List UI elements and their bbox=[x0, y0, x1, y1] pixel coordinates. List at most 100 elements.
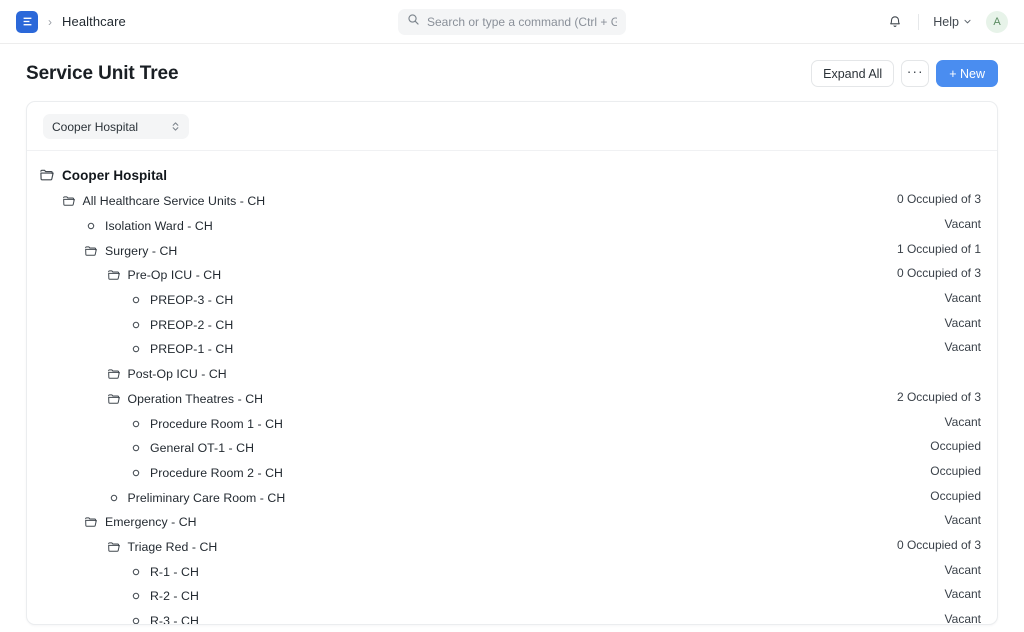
tree-node[interactable]: Pre-Op ICU - CH bbox=[39, 268, 221, 282]
circle-icon bbox=[107, 491, 121, 505]
bell-icon[interactable] bbox=[882, 9, 908, 35]
help-menu[interactable]: Help bbox=[929, 12, 976, 32]
expand-all-button[interactable]: Expand All bbox=[811, 60, 895, 87]
tree-node[interactable]: PREOP-3 - CH bbox=[39, 293, 233, 307]
app-logo-icon[interactable] bbox=[16, 10, 38, 33]
tree-node-label: All Healthcare Service Units - CH bbox=[82, 194, 266, 209]
circle-icon bbox=[129, 614, 143, 625]
tree-node[interactable]: PREOP-1 - CH bbox=[39, 342, 233, 356]
tree-row[interactable]: Cooper Hospital bbox=[39, 161, 981, 189]
circle-icon bbox=[129, 417, 143, 431]
tree-node-label: Procedure Room 1 - CH bbox=[150, 416, 283, 431]
tree-node-label: R-1 - CH bbox=[150, 564, 199, 579]
tree-row[interactable]: General OT-1 - CH Occupied bbox=[39, 436, 981, 461]
tree-node[interactable]: Preliminary Care Room - CH bbox=[39, 491, 285, 505]
tree-row[interactable]: Preliminary Care Room - CH Occupied bbox=[39, 485, 981, 510]
tree-node-status: Occupied bbox=[930, 463, 981, 478]
tree-node-status: 2 Occupied of 3 bbox=[896, 389, 981, 404]
tree-node-status: 0 Occupied of 3 bbox=[896, 537, 981, 552]
tree-node-status: Vacant bbox=[944, 562, 981, 577]
tree-node-label: R-3 - CH bbox=[150, 614, 199, 625]
circle-icon bbox=[129, 293, 143, 307]
circle-icon bbox=[129, 466, 143, 480]
tree-row[interactable]: Post-Op ICU - CH bbox=[39, 362, 981, 387]
tree-node[interactable]: Cooper Hospital bbox=[39, 167, 167, 183]
folder-icon bbox=[62, 194, 76, 208]
tree-node-label: Isolation Ward - CH bbox=[105, 219, 213, 234]
tree-node[interactable]: R-2 - CH bbox=[39, 589, 199, 603]
navbar-actions: Help A bbox=[882, 9, 1008, 35]
tree-row[interactable]: R-3 - CH Vacant bbox=[39, 609, 981, 625]
tree-row[interactable]: Isolation Ward - CH Vacant bbox=[39, 214, 981, 239]
page-actions: Expand All ··· + New bbox=[811, 60, 998, 87]
global-search bbox=[398, 8, 626, 35]
company-select[interactable]: Cooper Hospital bbox=[43, 114, 189, 139]
tree-node[interactable]: All Healthcare Service Units - CH bbox=[39, 194, 265, 208]
folder-icon bbox=[84, 515, 98, 529]
search-input[interactable] bbox=[427, 14, 617, 29]
page-body: Service Unit Tree Expand All ··· + New C… bbox=[0, 44, 1024, 632]
tree-node-label: Triage Red - CH bbox=[127, 539, 218, 554]
tree-row[interactable]: Procedure Room 2 - CH Occupied bbox=[39, 461, 981, 486]
more-menu-button[interactable]: ··· bbox=[901, 60, 930, 87]
tree-node[interactable]: Operation Theatres - CH bbox=[39, 392, 263, 406]
tree-row[interactable]: Procedure Room 1 - CH Vacant bbox=[39, 411, 981, 436]
tree-node-label: Operation Theatres - CH bbox=[127, 391, 264, 406]
tree-node-status: Vacant bbox=[944, 612, 981, 625]
tree-node-status: Vacant bbox=[944, 340, 981, 355]
tree-node[interactable]: Emergency - CH bbox=[39, 515, 197, 529]
page-header: Service Unit Tree Expand All ··· + New bbox=[22, 44, 1002, 101]
tree-node-status: Vacant bbox=[944, 291, 981, 306]
tree-node[interactable]: Triage Red - CH bbox=[39, 540, 217, 554]
tree-row[interactable]: PREOP-2 - CH Vacant bbox=[39, 312, 981, 337]
breadcrumb-link-healthcare[interactable]: Healthcare bbox=[62, 14, 126, 29]
tree-node[interactable]: Isolation Ward - CH bbox=[39, 219, 213, 233]
search-box[interactable] bbox=[398, 8, 626, 35]
tree-row[interactable]: Emergency - CH Vacant bbox=[39, 510, 981, 535]
tree-node[interactable]: General OT-1 - CH bbox=[39, 441, 254, 455]
tree-node[interactable]: Post-Op ICU - CH bbox=[39, 367, 227, 381]
circle-icon bbox=[129, 441, 143, 455]
tree-node[interactable]: Procedure Room 2 - CH bbox=[39, 466, 283, 480]
card-toolbar: Cooper Hospital bbox=[27, 102, 997, 151]
tree-node[interactable]: R-1 - CH bbox=[39, 565, 199, 579]
service-unit-tree-card: Cooper Hospital Cooper Hospital All Healt… bbox=[26, 101, 998, 625]
tree-node-status: Occupied bbox=[930, 439, 981, 454]
tree-row[interactable]: Triage Red - CH 0 Occupied of 3 bbox=[39, 535, 981, 560]
tree-node-label: Procedure Room 2 - CH bbox=[150, 465, 283, 480]
tree-node[interactable]: Surgery - CH bbox=[39, 244, 177, 258]
new-button[interactable]: + New bbox=[936, 60, 998, 87]
tree-row[interactable]: Operation Theatres - CH 2 Occupied of 3 bbox=[39, 387, 981, 412]
tree-row[interactable]: Surgery - CH 1 Occupied of 1 bbox=[39, 238, 981, 263]
tree-node[interactable]: Procedure Room 1 - CH bbox=[39, 417, 283, 431]
tree-node-status: Vacant bbox=[944, 217, 981, 232]
help-label: Help bbox=[933, 14, 959, 29]
tree-row[interactable]: PREOP-1 - CH Vacant bbox=[39, 337, 981, 362]
tree-row[interactable]: R-2 - CH Vacant bbox=[39, 584, 981, 609]
tree-node-label: General OT-1 - CH bbox=[150, 441, 255, 456]
tree-row[interactable]: R-1 - CH Vacant bbox=[39, 559, 981, 584]
avatar[interactable]: A bbox=[986, 10, 1008, 33]
tree-node-status: Vacant bbox=[944, 315, 981, 330]
search-icon bbox=[407, 13, 420, 31]
tree-row[interactable]: Pre-Op ICU - CH 0 Occupied of 3 bbox=[39, 263, 981, 288]
circle-icon bbox=[129, 589, 143, 603]
tree-row[interactable]: PREOP-3 - CH Vacant bbox=[39, 288, 981, 313]
circle-icon bbox=[84, 219, 98, 233]
tree-node-label: PREOP-1 - CH bbox=[150, 342, 234, 357]
navbar-divider bbox=[918, 13, 920, 30]
tree-node-label: Post-Op ICU - CH bbox=[127, 367, 227, 382]
circle-icon bbox=[129, 318, 143, 332]
tree-node-label: Emergency - CH bbox=[105, 515, 197, 530]
tree-node-label: Preliminary Care Room - CH bbox=[127, 490, 286, 505]
tree-node-status: 0 Occupied of 3 bbox=[896, 192, 981, 207]
tree-node-label: Surgery - CH bbox=[105, 243, 178, 258]
tree-node[interactable]: PREOP-2 - CH bbox=[39, 318, 233, 332]
tree-row[interactable]: All Healthcare Service Units - CH 0 Occup… bbox=[39, 189, 981, 214]
tree-node-status: Vacant bbox=[944, 513, 981, 528]
breadcrumb: › Healthcare bbox=[16, 10, 126, 33]
top-navbar: › Healthcare Help A bbox=[0, 0, 1024, 44]
tree-node-label: PREOP-2 - CH bbox=[150, 317, 234, 332]
select-chevrons-icon bbox=[171, 120, 180, 133]
tree-node[interactable]: R-3 - CH bbox=[39, 614, 199, 625]
